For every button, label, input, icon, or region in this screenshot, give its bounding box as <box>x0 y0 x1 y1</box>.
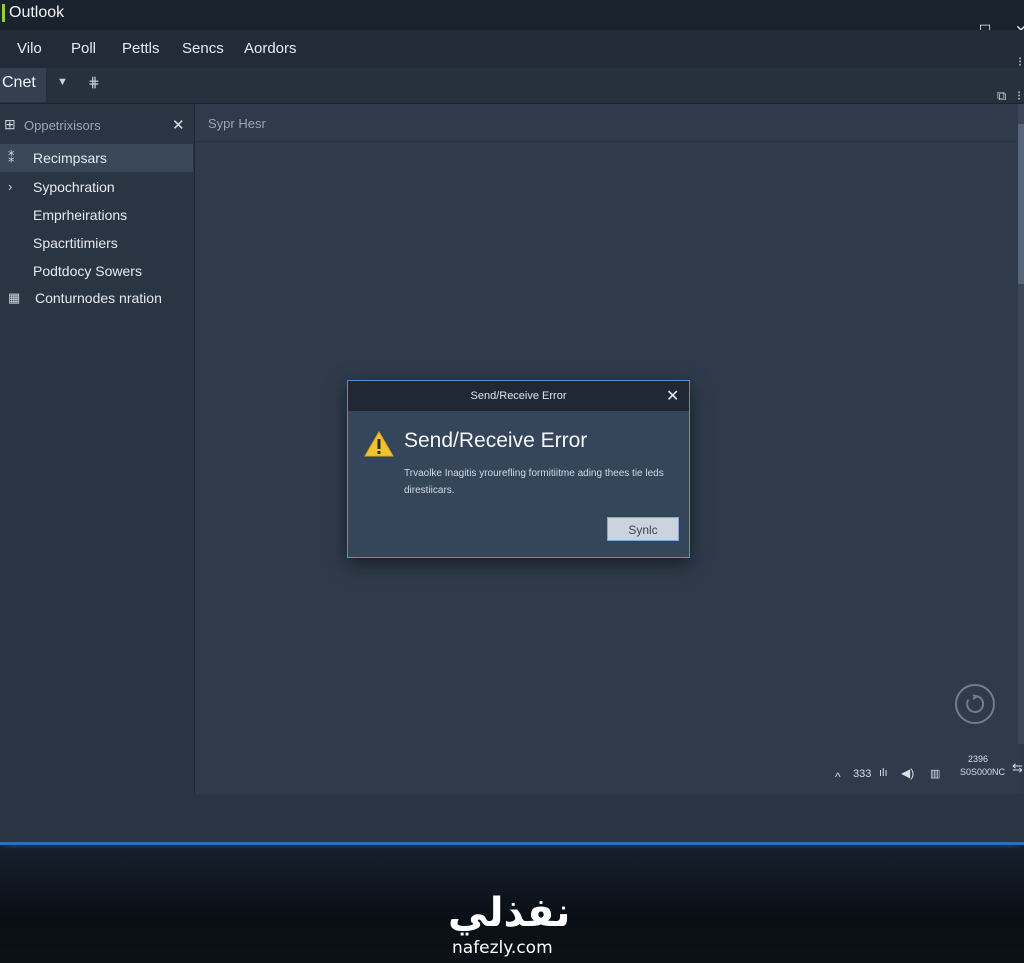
title-bar: Outlook — ☐ ✕ <box>0 0 1024 38</box>
toolbar: Cnet ▼ ⋕ ⧉ ⁝ <box>0 68 1024 104</box>
dialog-close-icon[interactable]: ✕ <box>666 386 679 406</box>
dialog-title-bar: Send/Receive Error ✕ <box>348 381 689 411</box>
sidebar-item-label: Sypochration <box>33 179 115 195</box>
menu-item-pettls[interactable]: Pettls <box>122 40 160 57</box>
tray-count: 333 <box>853 768 872 780</box>
chevron-down-icon[interactable]: ▼ <box>57 76 68 88</box>
app-title: Outlook <box>2 4 64 22</box>
close-icon[interactable]: ✕ <box>172 116 185 134</box>
sidebar-item-emprheirations[interactable]: Emprheirations <box>0 201 193 229</box>
sidebar-item-label: Spacrtitimiers <box>33 235 118 251</box>
menu-bar: Vilo Poll Pettls Sencs Aordors ⁝ <box>0 30 1024 69</box>
status-bar: ^ 333 ılı ◀) ▥ 2396 S0S000NC ⇆ <box>0 754 1024 842</box>
scroll-thumb[interactable] <box>1018 124 1024 284</box>
screen: Outlook — ☐ ✕ Vilo Poll Pettls Sencs Aor… <box>0 0 1024 845</box>
sidebar-item-sypochration[interactable]: › Sypochration <box>0 173 193 201</box>
clock-time: 2396 <box>968 754 989 764</box>
vertical-scrollbar[interactable] <box>1018 104 1024 744</box>
sidebar-item-label: Recimpsars <box>33 150 107 166</box>
main-header-label: Sypr Hesr <box>208 116 266 131</box>
dialog-title: Send/Receive Error <box>470 390 567 402</box>
sliders-icon[interactable]: ⋕ <box>88 74 100 91</box>
sidebar: ⊞ Oppetrixisors ✕ ⁑ Recimpsars › Sypochr… <box>0 104 195 794</box>
error-dialog: Send/Receive Error ✕ Send/Receive Error … <box>347 380 690 558</box>
warning-icon <box>364 431 394 457</box>
watermark-arabic: نفذلي <box>448 890 571 936</box>
battery-icon[interactable]: ▥ <box>930 767 940 780</box>
sync-icon[interactable] <box>955 684 995 724</box>
sync-button[interactable]: Synlc <box>607 517 679 541</box>
sidebar-item-recimpsars[interactable]: ⁑ Recimpsars <box>0 144 193 172</box>
more-icon[interactable]: ⁝ <box>1017 88 1021 104</box>
sidebar-item-label: Conturnodes nration <box>35 290 162 306</box>
menu-item-vilo[interactable]: Vilo <box>17 40 42 57</box>
watermark-latin: nafezly.com <box>452 938 553 958</box>
sidebar-item-label: Emprheirations <box>33 207 128 223</box>
popout-icon[interactable]: ⧉ <box>997 88 1006 104</box>
network-icon[interactable]: ılı <box>879 767 888 779</box>
sidebar-item-podtdocy-sowers[interactable]: Podtdocy Sowers <box>0 257 193 285</box>
sidebar-header-label: Oppetrixisors <box>24 118 101 133</box>
menu-item-aordors[interactable]: Aordors <box>244 40 297 57</box>
sidebar-item-spacrtitimiers[interactable]: Spacrtitimiers <box>0 229 193 257</box>
main-header: Sypr Hesr <box>196 104 1018 142</box>
panel-icon: ⊞ <box>4 116 16 132</box>
menu-item-poll[interactable]: Poll <box>71 40 96 57</box>
chevron-right-icon[interactable]: › <box>8 179 12 194</box>
notification-icon[interactable]: ⇆ <box>1012 760 1023 776</box>
volume-icon[interactable]: ◀) <box>901 766 914 780</box>
sidebar-item-label: Podtdocy Sowers <box>33 263 142 279</box>
clock-date: S0S000NC <box>960 767 1006 777</box>
dialog-message: Trvaolke Inagitis yrourefling formitiitm… <box>404 468 664 496</box>
sidebar-header: ⊞ Oppetrixisors ✕ <box>0 108 195 142</box>
tray-caret-icon[interactable]: ^ <box>835 770 841 784</box>
grid-icon: ▦ <box>8 290 21 305</box>
sidebar-item-conturnodes-nration[interactable]: ▦ Conturnodes nration <box>0 284 193 312</box>
menu-item-sencs[interactable]: Sencs <box>182 40 224 57</box>
toolbar-label[interactable]: Cnet <box>0 68 46 102</box>
pin-icon: ⁑ <box>8 150 15 165</box>
dialog-heading: Send/Receive Error <box>404 429 588 452</box>
